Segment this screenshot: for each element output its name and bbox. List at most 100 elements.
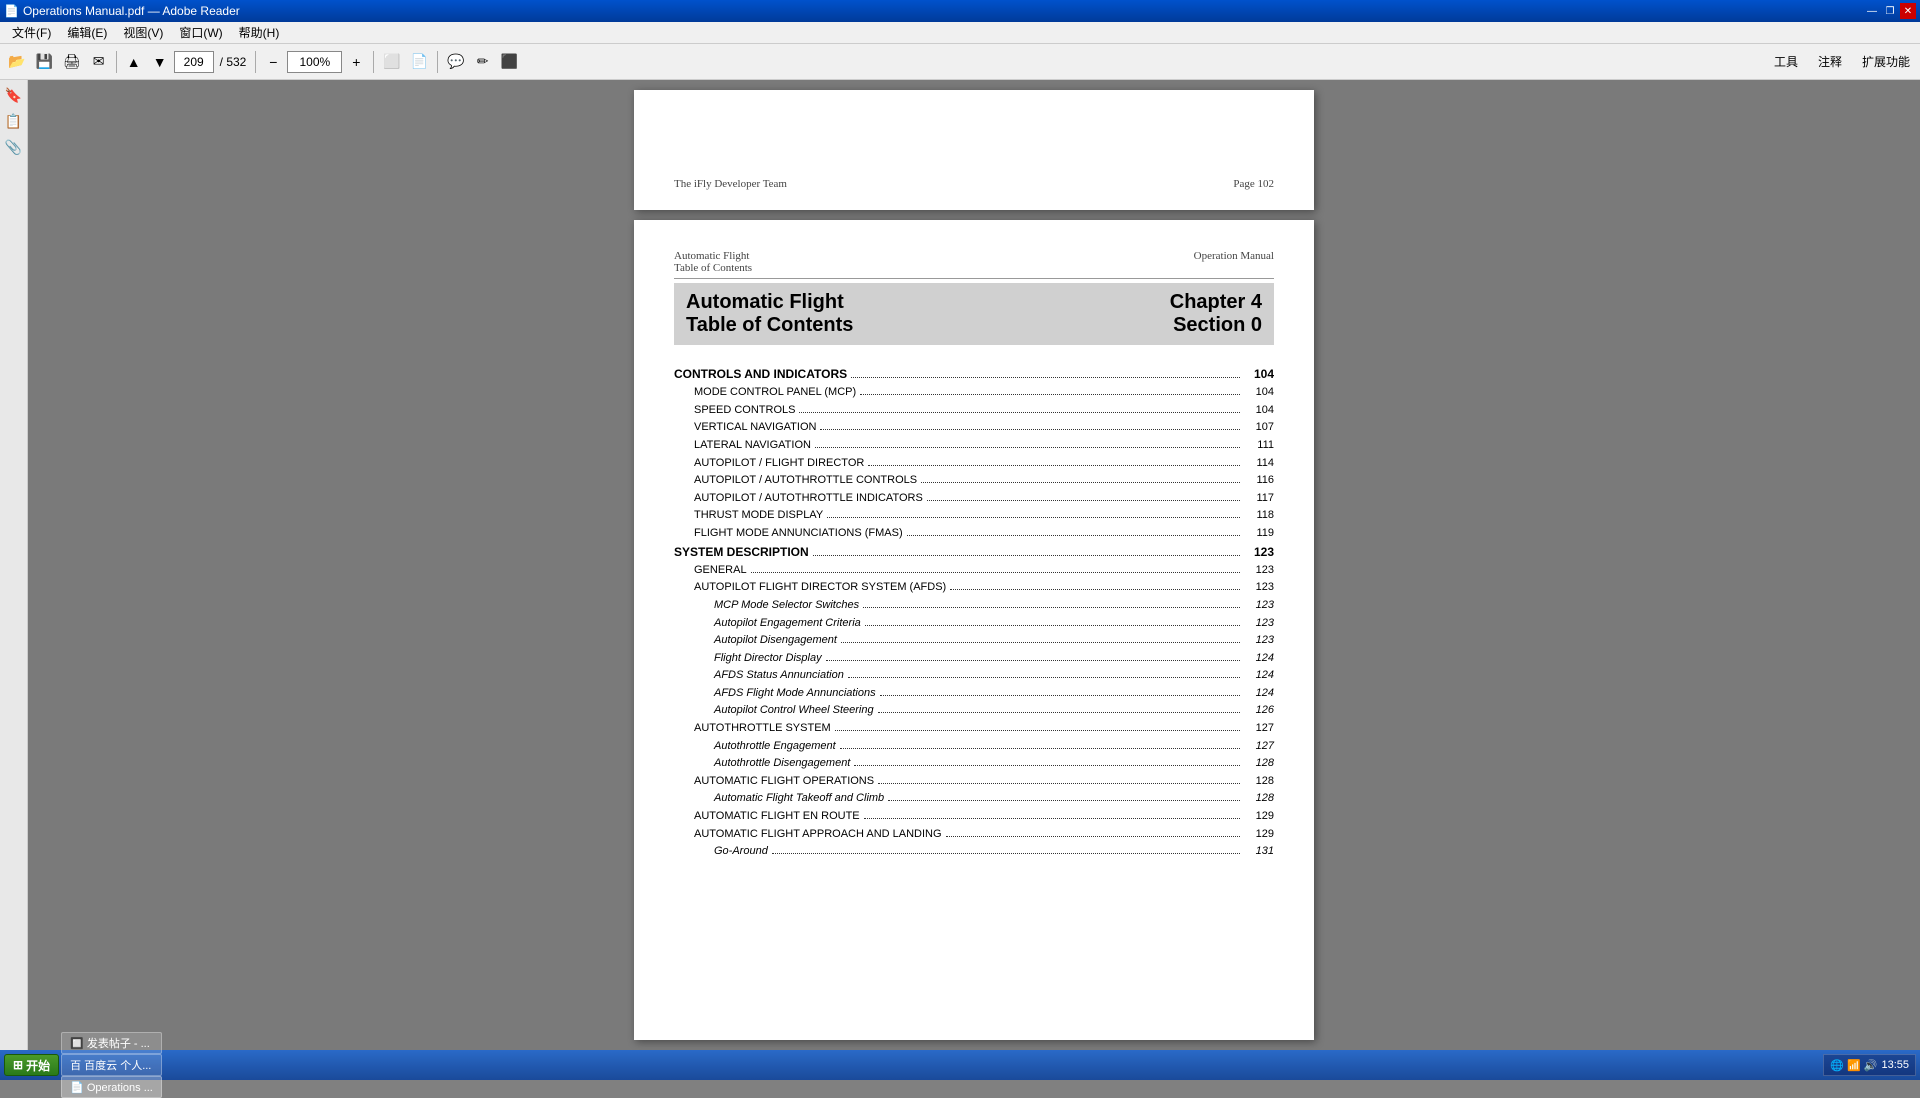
toc-label: Autopilot Engagement Criteria	[714, 615, 861, 633]
sidebar-bookmark-icon[interactable]: 🔖	[3, 84, 25, 106]
snapshot-button[interactable]: ⬛	[497, 48, 522, 76]
start-icon: ⊞	[13, 1058, 23, 1072]
toc-label: AFDS Status Annunciation	[714, 667, 844, 685]
toc-dots	[907, 535, 1240, 536]
toc-entry: CONTROLS AND INDICATORS 104	[674, 365, 1274, 384]
toc-entry: VERTICAL NAVIGATION107	[674, 419, 1274, 437]
prev-page-button[interactable]: ▲	[122, 48, 146, 76]
pdf-area[interactable]: The iFly Developer Team Page 102 Automat…	[28, 80, 1920, 1050]
toc-dots	[868, 465, 1240, 466]
toc-page: 118	[1244, 507, 1274, 525]
toc-label: Autopilot Disengagement	[714, 632, 837, 650]
page-header: Automatic Flight Table of Contents Opera…	[674, 250, 1274, 279]
toc-page: 123	[1244, 579, 1274, 597]
menu-help[interactable]: 帮助(H)	[231, 22, 288, 43]
toc-label: AUTOMATIC FLIGHT OPERATIONS	[694, 773, 874, 791]
fit-page-button[interactable]: ⬜	[379, 48, 404, 76]
restore-button[interactable]: ❐	[1882, 3, 1898, 19]
page-header-right: Operation Manual	[1194, 250, 1274, 274]
toc-entry: Autothrottle Disengagement128	[674, 755, 1274, 773]
toc-dots	[751, 572, 1240, 573]
toc-page: 117	[1244, 490, 1274, 508]
chapter-header: Automatic Flight Table of Contents Chapt…	[674, 283, 1274, 345]
toc-page: 104	[1244, 384, 1274, 402]
toc-label: AUTOMATIC FLIGHT EN ROUTE	[694, 808, 860, 826]
toc-label: AUTOTHROTTLE SYSTEM	[694, 720, 831, 738]
print-button[interactable]: 🖨	[59, 48, 85, 76]
zoom-in-button[interactable]: +	[344, 48, 368, 76]
toc-page: 127	[1244, 720, 1274, 738]
toc-label: SYSTEM DESCRIPTION	[674, 543, 809, 562]
menu-view[interactable]: 视图(V)	[115, 22, 171, 43]
sidebar-attach-icon[interactable]: 📎	[3, 136, 25, 158]
next-page-button[interactable]: ▼	[148, 48, 172, 76]
left-sidebar: 🔖 📋 📎	[0, 80, 28, 1050]
toc-entry: GENERAL 123	[674, 562, 1274, 580]
toc-label: Automatic Flight Takeoff and Climb	[714, 790, 884, 808]
toolbar: 📂 💾 🖨 ✉ ▲ ▼ / 532 − + ⬜ 📄 💬 ✏ ⬛ 工具 注释 扩展…	[0, 44, 1920, 80]
toc-label: MODE CONTROL PANEL (MCP)	[694, 384, 856, 402]
tools-button[interactable]: 工具	[1768, 51, 1804, 72]
open-button[interactable]: 📂	[4, 48, 29, 76]
page-header-left: Automatic Flight Table of Contents	[674, 250, 752, 274]
toc-page: 126	[1244, 702, 1274, 720]
toc-dots	[927, 500, 1240, 501]
taskbar-item-0[interactable]: 🔲 发表帖子 - ...	[61, 1032, 162, 1054]
page-header-subsection: Table of Contents	[674, 262, 752, 274]
toc-dots	[799, 412, 1240, 413]
toc-entry: Flight Director Display124	[674, 650, 1274, 668]
zoom-input[interactable]	[287, 51, 342, 73]
taskbar-right: 🌐 📶 🔊 13:55	[1823, 1054, 1916, 1076]
extend-button[interactable]: 扩展功能	[1856, 51, 1916, 72]
comment-tool-button[interactable]: 💬	[443, 48, 468, 76]
zoom-out-button[interactable]: −	[261, 48, 285, 76]
save-button[interactable]: 💾	[31, 48, 56, 76]
toc-page: 127	[1244, 738, 1274, 756]
pdf-page-top: The iFly Developer Team Page 102	[634, 90, 1314, 210]
toc-label: GENERAL	[694, 562, 747, 580]
toc-entry: LATERAL NAVIGATION111	[674, 437, 1274, 455]
taskbar-item-1[interactable]: 百 百度云 个人...	[61, 1054, 162, 1076]
sidebar-pages-icon[interactable]: 📋	[3, 110, 25, 132]
page-number-input[interactable]	[174, 51, 214, 73]
toc-label: AUTOPILOT / AUTOTHROTTLE INDICATORS	[694, 490, 923, 508]
toc-dots	[851, 377, 1240, 378]
toc-entry: MCP Mode Selector Switches 123	[674, 597, 1274, 615]
toc-entry: MODE CONTROL PANEL (MCP) 104	[674, 384, 1274, 402]
toc-dots	[880, 695, 1240, 696]
toc-entry: Autopilot Disengagement123	[674, 632, 1274, 650]
total-pages: / 532	[220, 55, 247, 69]
toc-dots	[878, 783, 1240, 784]
toc-entry: Autopilot Engagement Criteria123	[674, 615, 1274, 633]
toc-page: 123	[1244, 562, 1274, 580]
toc-label: CONTROLS AND INDICATORS	[674, 365, 847, 384]
markup-tool-button[interactable]: ✏	[471, 48, 495, 76]
email-button[interactable]: ✉	[87, 48, 111, 76]
menu-window[interactable]: 窗口(W)	[171, 22, 230, 43]
toc-entry: AUTOMATIC FLIGHT EN ROUTE129	[674, 808, 1274, 826]
toc-dots	[864, 818, 1240, 819]
tray-icons: 🌐 📶 🔊	[1830, 1059, 1877, 1072]
menu-file[interactable]: 文件(F)	[4, 22, 59, 43]
toc-dots	[888, 800, 1240, 801]
comment-button[interactable]: 注释	[1812, 51, 1848, 72]
start-button[interactable]: ⊞ 开始	[4, 1054, 59, 1076]
menu-bar: 文件(F) 编辑(E) 视图(V) 窗口(W) 帮助(H)	[0, 22, 1920, 44]
toc-page: 124	[1244, 667, 1274, 685]
toc-page: 104	[1244, 365, 1274, 384]
toc-dots	[772, 853, 1240, 854]
toc-dots	[854, 765, 1240, 766]
menu-edit[interactable]: 编辑(E)	[59, 22, 115, 43]
toc-page: 123	[1244, 597, 1274, 615]
toc-label: MCP Mode Selector Switches	[714, 597, 859, 615]
toc-dots	[820, 429, 1240, 430]
toc-page: 128	[1244, 790, 1274, 808]
close-button[interactable]: ✕	[1900, 3, 1916, 19]
toc-dots	[860, 394, 1240, 395]
main-layout: 🔖 📋 📎 The iFly Developer Team Page 102 A…	[0, 80, 1920, 1050]
minimize-button[interactable]: —	[1864, 3, 1880, 19]
section-number: Section 0	[1170, 314, 1262, 337]
taskbar-item-2[interactable]: 📄 Operations ...	[61, 1076, 162, 1098]
fit-width-button[interactable]: 📄	[407, 48, 432, 76]
toc-entry: SPEED CONTROLS104	[674, 402, 1274, 420]
